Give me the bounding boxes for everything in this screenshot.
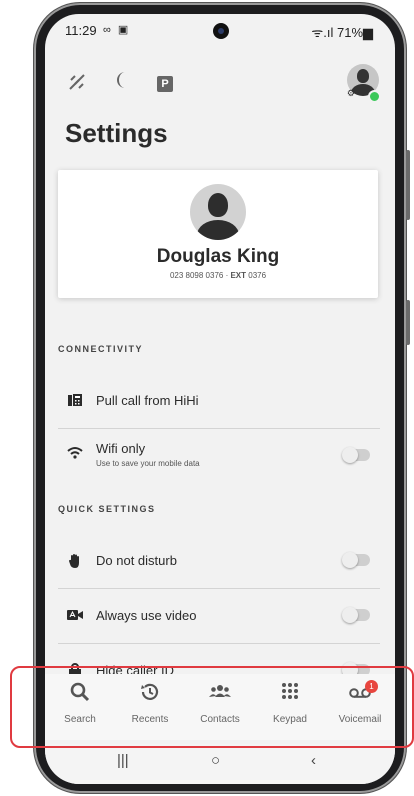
wifi-only-description: Use to save your mobile data <box>96 459 200 468</box>
power-button <box>406 300 410 345</box>
section-header-connectivity: CONNECTIVITY <box>58 344 144 354</box>
moon-icon[interactable] <box>113 70 131 95</box>
settings-gear-icon: ⚙ <box>346 88 355 98</box>
parking-icon[interactable]: P <box>157 71 173 92</box>
avatar-head <box>357 69 369 83</box>
status-time: 11:29 <box>65 23 97 38</box>
volume-button <box>406 150 410 220</box>
do-not-disturb-label: Do not disturb <box>96 553 177 568</box>
home-button[interactable]: ○ <box>211 752 220 769</box>
hand-icon <box>66 553 84 571</box>
front-camera <box>213 23 229 39</box>
profile-card[interactable]: Douglas King 023 8098 0376 · EXT 0376 <box>58 170 378 298</box>
always-use-video-row[interactable]: Always use video <box>58 589 380 643</box>
always-use-video-label: Always use video <box>96 608 197 623</box>
phone-number: 023 8098 0376 · <box>169 271 231 280</box>
pull-call-row[interactable]: Pull call from HiHi <box>58 374 380 428</box>
do-not-disturb-row[interactable]: Do not disturb <box>58 534 380 588</box>
top-toolbar: P ⚙ <box>45 60 395 110</box>
satellite-icon[interactable] <box>67 72 87 97</box>
video-call-icon <box>66 608 84 624</box>
wifi-only-row[interactable]: Wifi only Use to save your mobile data <box>58 429 380 483</box>
wifi-icon <box>66 446 84 463</box>
profile-number: 023 8098 0376 · EXT 0376 <box>58 271 378 280</box>
wifi-only-toggle[interactable] <box>342 447 370 463</box>
status-battery-signal: ᯤ.ıl 71%▆ <box>311 25 373 40</box>
online-status-dot <box>368 90 381 103</box>
status-bar: 11:29 ∞ ▣ ᯤ.ıl 71%▆ <box>45 14 395 50</box>
parking-glyph: P <box>157 76 173 92</box>
page-title: Settings <box>65 118 168 148</box>
ext-label: EXT <box>230 271 247 280</box>
system-navigation-bar: ||| ○ ‹ <box>45 744 395 784</box>
profile-avatar <box>190 184 246 240</box>
extension: 0376 <box>246 271 267 280</box>
desk-phone-icon <box>66 393 84 410</box>
profile-name: Douglas King <box>156 246 280 267</box>
always-use-video-toggle[interactable] <box>342 607 370 623</box>
avatar-body <box>197 220 239 240</box>
recent-apps-button[interactable]: ||| <box>117 752 129 769</box>
back-button[interactable]: ‹ <box>311 752 316 769</box>
pull-call-label: Pull call from HiHi <box>96 393 199 408</box>
wifi-only-label: Wifi only <box>96 441 146 456</box>
highlight-box <box>10 666 414 748</box>
avatar-head <box>208 193 228 217</box>
section-header-quick-settings: QUICK SETTINGS <box>58 504 156 514</box>
status-notification-icons: ∞ ▣ <box>103 24 131 36</box>
do-not-disturb-toggle[interactable] <box>342 552 370 568</box>
